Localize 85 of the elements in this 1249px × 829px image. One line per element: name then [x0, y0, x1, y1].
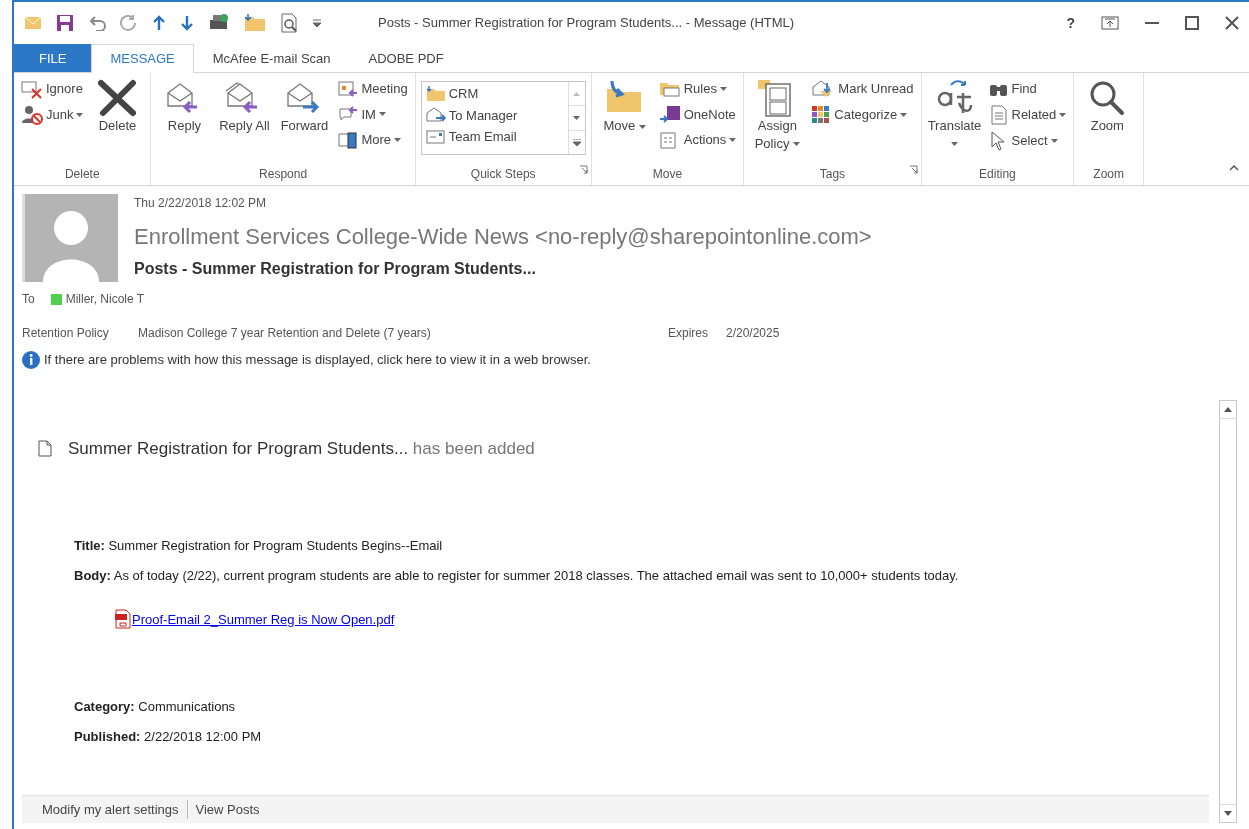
group-label: Move — [651, 166, 684, 183]
ribbon-button[interactable]: Rules — [656, 77, 739, 101]
field-text: Body: As of today (2/22), current program students are able to register for summer 2018 classes. The attached email was sent to 10,000+ students today. — [74, 566, 960, 585]
sender: Enrollment Services College-Wide News <no-reply@sharepointonline.com> — [134, 223, 872, 251]
ribbon-button[interactable]: Find — [986, 77, 1069, 101]
window-title: Posts - Summer Registration for Program Students... - Message (HTML) — [378, 14, 795, 33]
retention-value: Madison College 7 year Retention and Delete (7 years) — [138, 325, 432, 342]
group-label: Quick Steps — [469, 166, 537, 183]
ribbon-button[interactable]: Categorize — [809, 103, 916, 127]
attachment-link[interactable]: Proof-Email 2_Summer Reg is Now Open.pdf — [132, 609, 395, 629]
field-text: Category: Communications — [74, 698, 237, 716]
footer-link[interactable]: View Posts — [195, 799, 260, 819]
ribbon-button[interactable]: OneNote — [656, 102, 739, 126]
maximize-icon — [1185, 16, 1199, 30]
quick-step-item[interactable]: CRM — [423, 83, 566, 105]
ribbon-button[interactable]: Forward — [276, 77, 333, 165]
quick-step-item[interactable]: Team Email — [423, 126, 566, 148]
document-icon — [38, 439, 52, 457]
group-label: Editing — [978, 166, 1017, 183]
group-label: Respond — [258, 166, 309, 183]
info-icon — [22, 350, 40, 369]
item-title: Summer Registration for Program Students... has been added — [68, 437, 535, 460]
ribbon-button[interactable]: Junk — [19, 103, 86, 127]
calendar-icon — [338, 79, 359, 98]
close-icon — [1225, 16, 1239, 30]
ribbon-button[interactable]: Select — [986, 128, 1069, 153]
expand-gallery-icon — [572, 138, 581, 146]
group-label: Zoom — [1093, 166, 1124, 183]
ribbon-button[interactable]: Reply — [156, 77, 213, 165]
scroll-down-icon — [573, 116, 581, 120]
ribbon-button[interactable]: Translate — [926, 77, 983, 165]
help-button[interactable]: ? — [1066, 12, 1075, 34]
ribbon-button[interactable]: Delete — [89, 77, 146, 165]
ribbon-tab[interactable]: MESSAGE — [91, 44, 194, 73]
ribbon-tab[interactable]: ADOBE PDF — [349, 44, 463, 72]
field-text: Title: Summer Registration for Program Students Begins--Email — [74, 537, 444, 555]
ribbon-button[interactable]: Ignore — [19, 77, 86, 101]
down-arrow-icon[interactable] — [180, 15, 194, 31]
ribbon-tab[interactable]: FILE — [14, 44, 92, 72]
restore-ribbon-icon — [1101, 16, 1119, 30]
ribbon-button[interactable]: More — [336, 128, 410, 152]
recipient[interactable]: Miller, Nicole T — [65, 290, 145, 308]
ribbon-button[interactable]: Related — [986, 102, 1069, 127]
collapse-ribbon-icon — [1229, 164, 1239, 171]
ribbon-button[interactable]: Mark Unread — [809, 77, 916, 101]
print-preview-icon[interactable] — [280, 13, 298, 33]
to-label: To — [22, 291, 35, 308]
scroll-up-icon — [573, 91, 581, 96]
document-icon — [988, 104, 1009, 125]
folder-icon — [425, 85, 446, 102]
delete-icon — [97, 79, 138, 117]
group-label: Delete — [63, 166, 101, 183]
quick-step-item[interactable]: To Manager — [423, 104, 566, 126]
ribbon-tab[interactable]: McAfee E-mail Scan — [193, 44, 350, 72]
notebook-icon — [658, 105, 681, 124]
up-arrow-icon[interactable] — [152, 15, 166, 31]
customize-icon[interactable] — [312, 18, 322, 28]
sent-date: Thu 2/22/2018 12:02 PM — [134, 195, 268, 212]
ribbon-button[interactable]: Actions — [656, 128, 739, 152]
minimize-icon — [1145, 22, 1159, 24]
ribbon-button[interactable]: IM — [336, 102, 410, 126]
footer-link[interactable]: Modify my alert settings — [42, 799, 179, 819]
info-bar-text[interactable]: If there are problems with how this message is displayed, click here to view it in a web browser. — [44, 350, 591, 370]
scroll-down-icon — [1224, 811, 1232, 816]
save-icon[interactable] — [56, 14, 74, 32]
group-label: Tags — [818, 166, 847, 183]
expires-label: Expires — [668, 325, 709, 342]
pdf-file-icon — [114, 609, 132, 629]
ribbon-button[interactable]: Assign Policy — [749, 77, 806, 165]
person-icon — [21, 105, 43, 125]
undo-icon[interactable] — [88, 15, 106, 31]
expires-value: 2/20/2025 — [726, 325, 780, 342]
ribbon-button[interactable]: Reply All — [216, 77, 273, 165]
field-text: Published: 2/22/2018 12:00 PM — [74, 727, 263, 746]
scrollbar[interactable] — [1219, 399, 1237, 823]
scroll-up-icon — [1224, 406, 1232, 412]
category-icon — [811, 105, 832, 125]
ribbon-button[interactable]: Move — [596, 77, 653, 165]
retention-label: Retention Policy — [22, 325, 110, 342]
email-icon — [425, 128, 446, 145]
ribbon-button[interactable]: Meeting — [336, 77, 410, 101]
message-subject: Posts - Summer Registration for Program Students... — [134, 259, 537, 279]
device-icon — [338, 130, 359, 149]
ribbon-button[interactable]: Zoom — [1079, 77, 1136, 165]
folder-icon[interactable] — [244, 14, 266, 32]
